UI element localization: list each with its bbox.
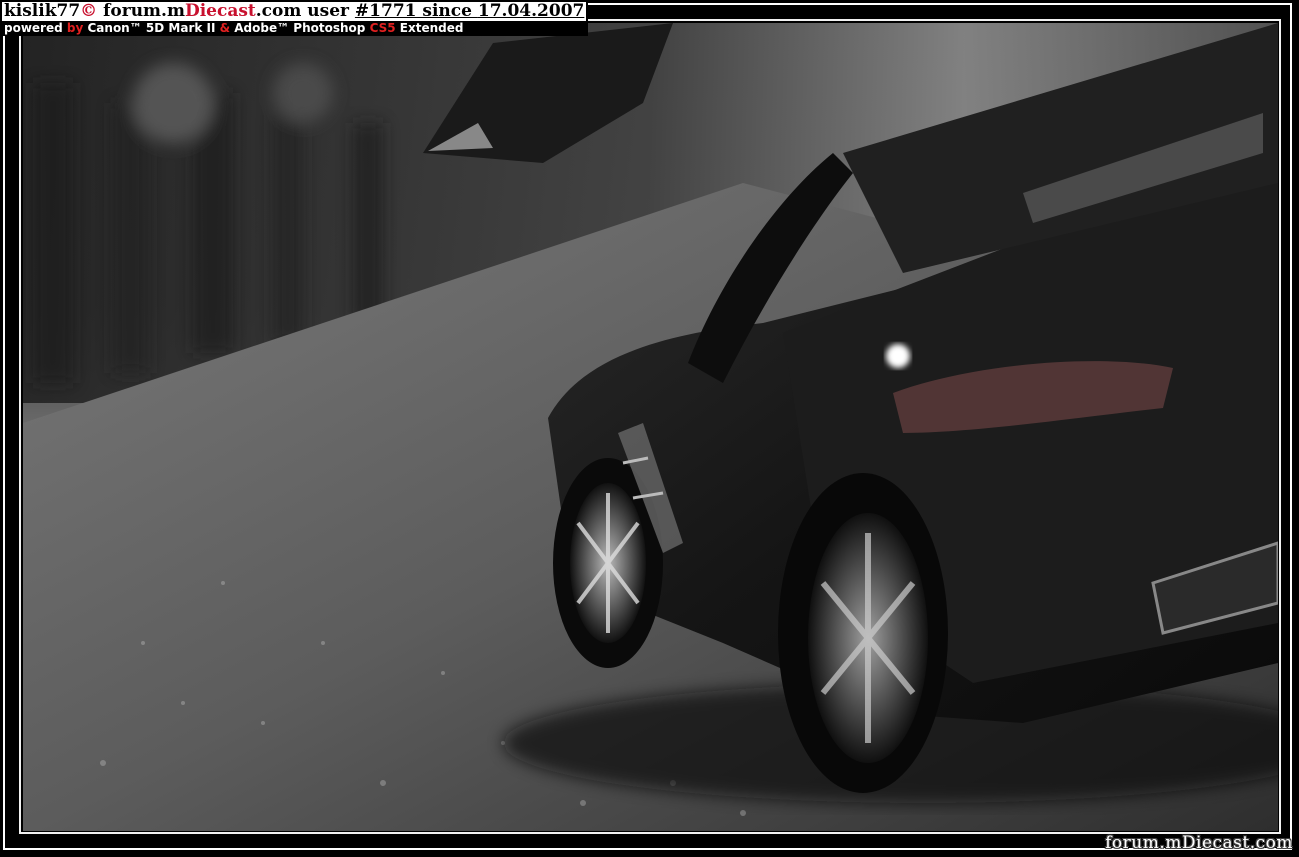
forum-logo-text: forum.mDiecast.com	[1105, 833, 1293, 853]
watermark-since-label: since	[416, 1, 478, 21]
watermark-software-edition: Extended	[395, 21, 464, 35]
watermark-powered: powered	[4, 21, 67, 35]
watermark-by: by	[66, 21, 84, 35]
watermark-since-date: 17.04.2007	[477, 1, 585, 21]
forum-logo: forum.mDiecast.com	[1105, 833, 1293, 853]
watermark-user-line: kislik77© forum.mDiecast.com user #1771 …	[2, 1, 587, 21]
watermark-powered-line: powered by Canon™ 5D Mark II & Adobe™ Ph…	[2, 21, 587, 36]
inner-border	[19, 19, 1281, 834]
watermark-forum-brand: Diecast	[184, 1, 256, 21]
watermark-forum-suffix: .com	[255, 1, 302, 21]
watermark-user-label: user	[301, 1, 355, 21]
watermark-user-number: #1771	[354, 1, 417, 21]
watermark-software-brand: Adobe™ Photoshop	[230, 21, 370, 35]
photo-frame: kislik77© forum.mDiecast.com user #1771 …	[0, 0, 1299, 857]
watermark-software-version: CS5	[369, 21, 396, 35]
watermark-copyright: ©	[80, 1, 98, 21]
watermark-camera-model: 5D Mark II	[141, 21, 220, 35]
watermark-top: kislik77© forum.mDiecast.com user #1771 …	[0, 1, 589, 36]
watermark-forum-prefix: forum.m	[97, 1, 185, 21]
watermark-user: kislik77	[4, 1, 81, 21]
watermark-ampersand: &	[219, 21, 231, 35]
watermark-camera-brand: Canon™	[83, 21, 142, 35]
